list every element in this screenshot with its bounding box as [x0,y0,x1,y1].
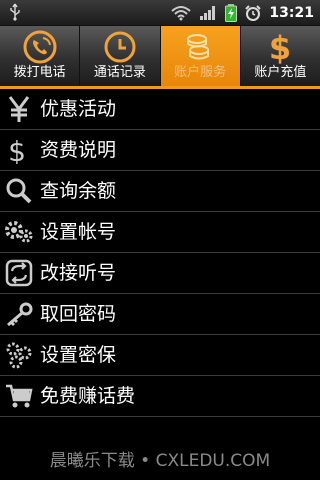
svg-text:$: $ [269,30,291,64]
gears-icon [5,221,33,243]
tab-label: 账户服务 [174,65,227,80]
key-icon [7,302,33,327]
alarm-icon [245,4,262,21]
svg-text:$: $ [8,136,26,164]
signal-icon [200,5,216,20]
tab-account-service[interactable]: 账户服务 [160,26,241,86]
yen-icon [8,96,30,122]
swap-icon [5,259,33,287]
menu-item-earn-credit[interactable]: 免费赚话费 [0,376,320,417]
menu-item-balance[interactable]: 查询余额 [0,171,320,212]
menu-item-account-settings[interactable]: 设置帐号 [0,212,320,253]
menu-item-label: 免费赚话费 [40,385,136,407]
service-menu: 优惠活动 $ 资费说明 查询余额 设置帐号 改接听号 取回密码 设置密保 免费赚… [0,89,320,417]
phone-icon [23,30,57,64]
menu-item-label: 优惠活动 [40,98,117,120]
wifi-icon [171,5,192,20]
tab-label: 账户充值 [254,65,307,80]
tab-recharge[interactable]: $ 账户充值 [241,26,320,86]
clock-icon [104,31,136,63]
tab-call-log[interactable]: 通话记录 [80,26,161,86]
usb-icon [10,3,20,21]
menu-item-change-number[interactable]: 改接听号 [0,253,320,294]
menu-item-security-settings[interactable]: 设置密保 [0,335,320,376]
menu-item-tariff[interactable]: $ 资费说明 [0,130,320,171]
tab-label: 拨打电话 [13,65,66,80]
tab-dial[interactable]: 拨打电话 [0,26,81,86]
menu-item-label: 资费说明 [40,139,117,161]
menu-item-label: 设置帐号 [40,221,117,243]
dollar-icon: $ [269,30,291,64]
gear-people-icon [6,342,32,369]
menu-item-label: 查询余额 [40,180,117,202]
magnifier-icon [6,178,32,204]
coins-icon [187,34,210,60]
status-bar: 13:21 [0,0,320,26]
menu-item-promotions[interactable]: 优惠活动 [0,89,320,130]
menu-item-label: 取回密码 [40,303,117,325]
watermark-text: 晨曦乐下载 • CXLEDU.COM [49,451,271,471]
menu-item-label: 改接听号 [40,262,117,284]
status-time: 13:21 [269,4,314,21]
dollar-sign-icon: $ [8,136,26,164]
tab-label: 通话记录 [93,65,146,80]
battery-charging-icon [225,3,238,22]
menu-item-retrieve-password[interactable]: 取回密码 [0,294,320,335]
cart-icon [6,384,33,408]
tab-bar: 拨打电话 通话记录 账户服务 $ 账户充值 [0,26,320,86]
menu-item-label: 设置密保 [40,344,117,366]
